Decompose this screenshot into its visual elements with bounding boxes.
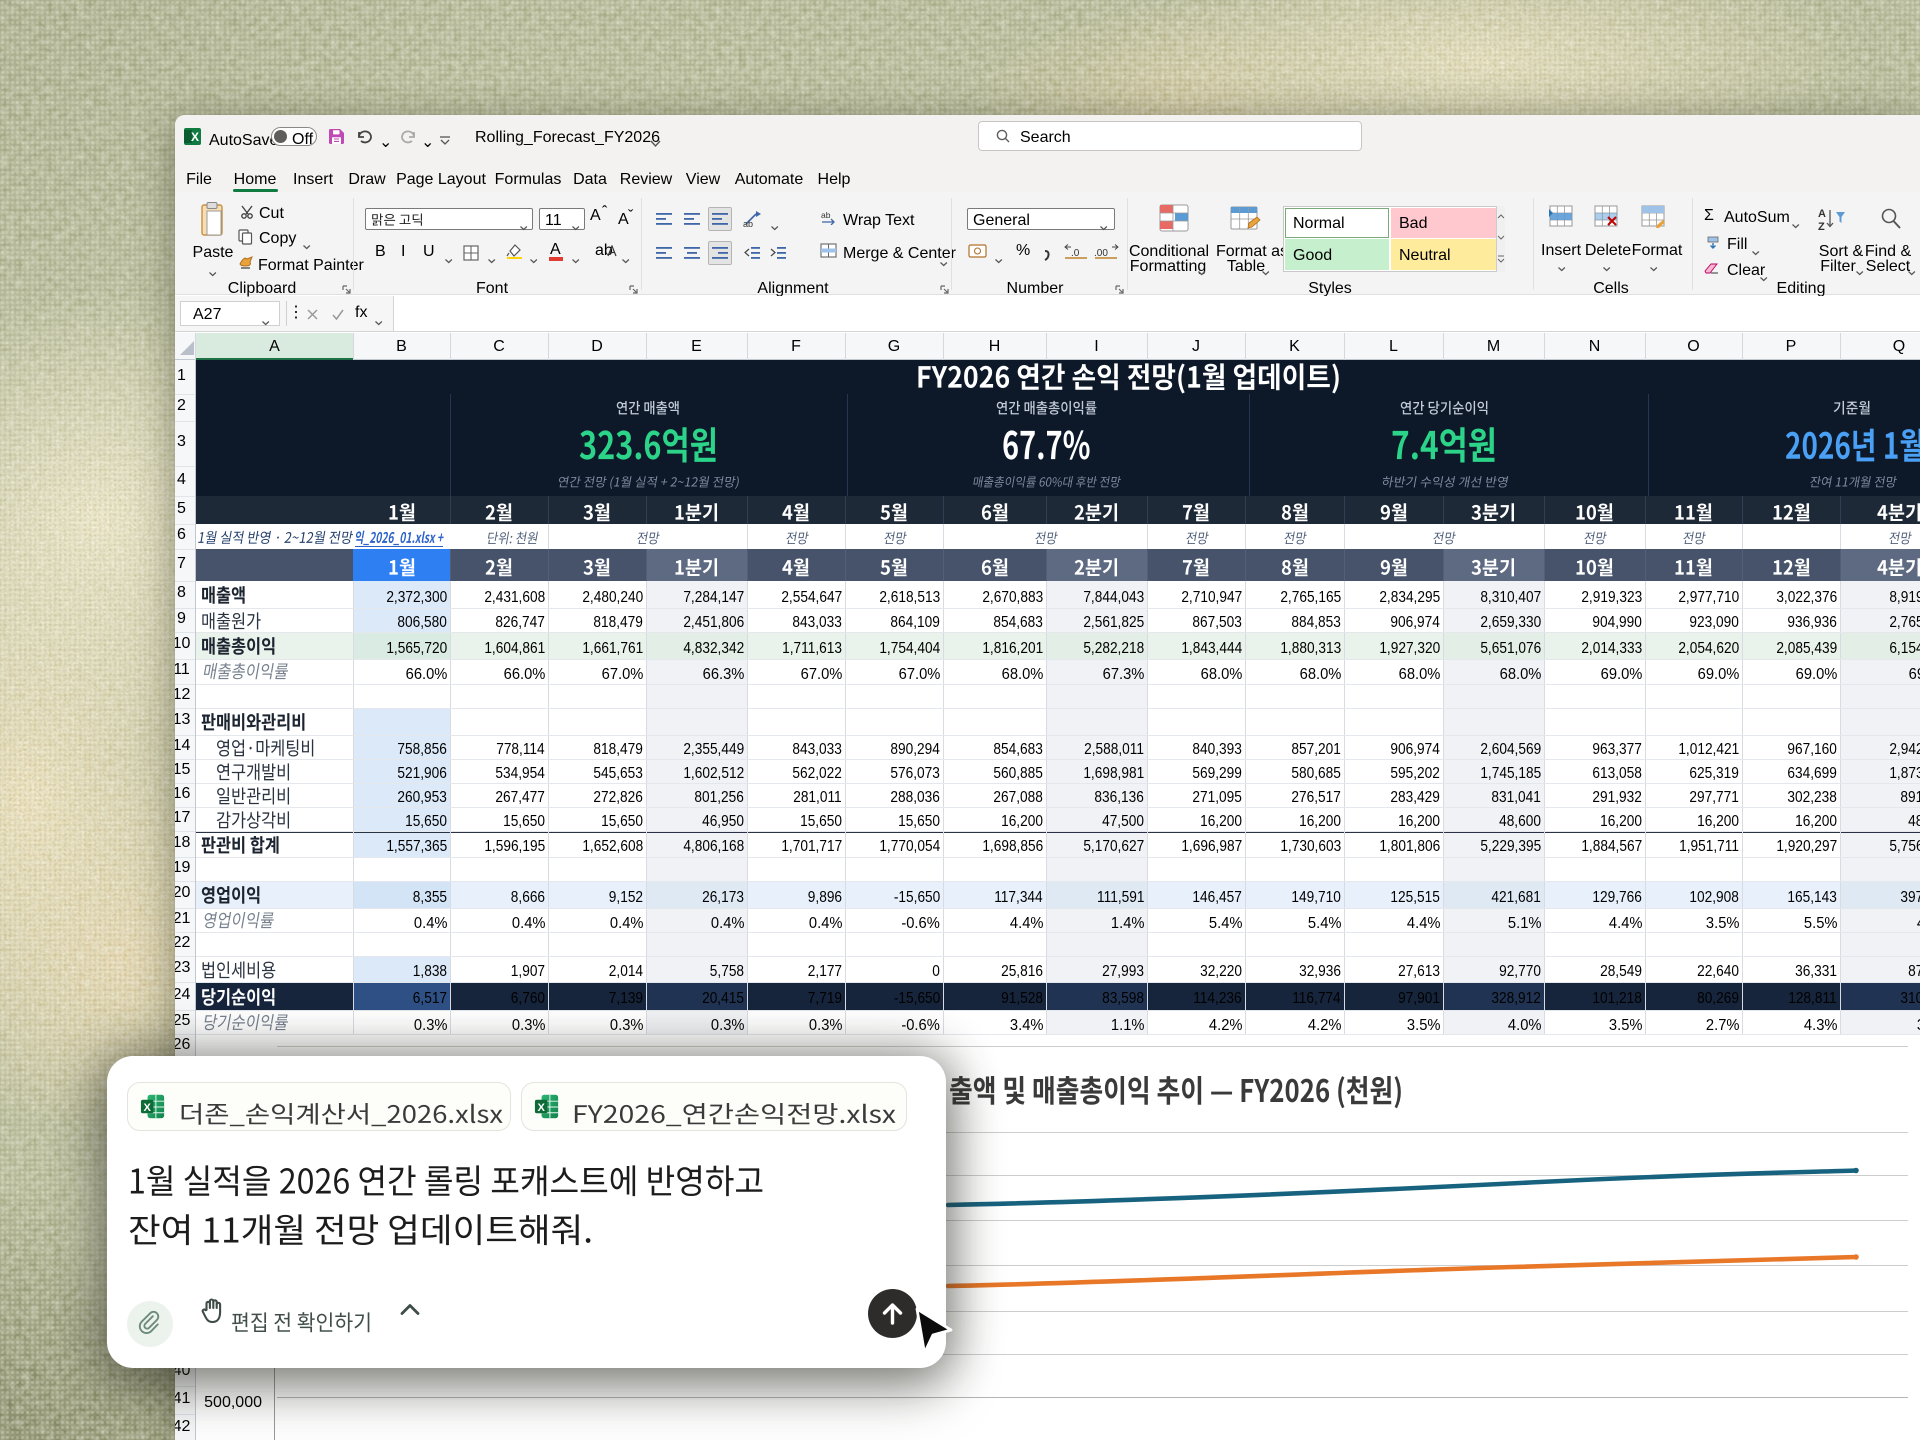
svg-text:ab: ab	[743, 219, 753, 228]
svg-text:X: X	[191, 130, 199, 144]
svg-text:A: A	[1818, 208, 1826, 220]
svg-text:Z: Z	[1818, 221, 1825, 233]
svg-text:X: X	[538, 1102, 546, 1114]
svg-text:X: X	[144, 1102, 152, 1114]
svg-text:ab: ab	[821, 210, 831, 220]
